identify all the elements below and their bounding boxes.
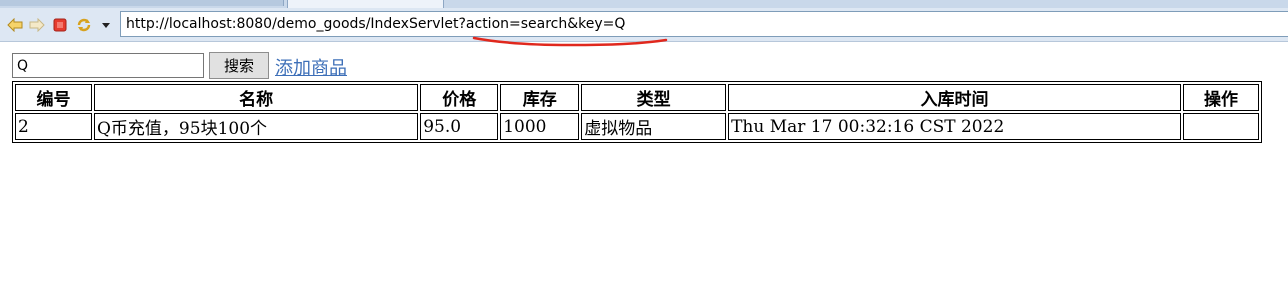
stop-icon[interactable] (51, 16, 69, 34)
tab-strip (0, 0, 1288, 8)
cell-actions (1182, 113, 1259, 140)
address-bar[interactable]: http://localhost:8080/demo_goods/IndexSe… (120, 11, 1288, 37)
column-header-price: 价格 (420, 84, 499, 111)
address-bar-url: http://localhost:8080/demo_goods/IndexSe… (126, 16, 626, 32)
table-header-row: 编号 名称 价格 库存 类型 入库时间 操作 (15, 84, 1259, 111)
cell-price: 95.0 (420, 113, 499, 140)
column-header-id: 编号 (15, 84, 92, 111)
column-header-type: 类型 (581, 84, 727, 111)
column-header-actions: 操作 (1182, 84, 1259, 111)
cell-stock-in-time: Thu Mar 17 00:32:16 CST 2022 (728, 113, 1181, 140)
refresh-icon[interactable] (75, 16, 93, 34)
red-underline-annotation (472, 36, 668, 47)
browser-tab-active[interactable] (287, 0, 444, 8)
goods-table: 编号 名称 价格 库存 类型 入库时间 操作 2 Q币充值，95块100个 95… (12, 81, 1262, 143)
column-header-stock-in-time: 入库时间 (728, 84, 1181, 111)
cell-type: 虚拟物品 (581, 113, 727, 140)
search-input[interactable] (12, 53, 204, 78)
back-icon[interactable] (6, 16, 24, 34)
column-header-name: 名称 (94, 84, 419, 111)
dropdown-arrow-icon[interactable] (97, 16, 115, 34)
cell-id: 2 (15, 113, 92, 140)
browser-tab-inactive[interactable] (0, 0, 284, 6)
add-goods-link[interactable]: 添加商品 (275, 54, 347, 80)
table-row: 2 Q币充值，95块100个 95.0 1000 虚拟物品 Thu Mar 17… (15, 113, 1259, 140)
cell-name: Q币充值，95块100个 (94, 113, 419, 140)
search-button[interactable]: 搜索 (209, 52, 269, 79)
forward-icon[interactable] (28, 16, 46, 34)
cell-stock: 1000 (500, 113, 580, 140)
column-header-stock: 库存 (500, 84, 580, 111)
